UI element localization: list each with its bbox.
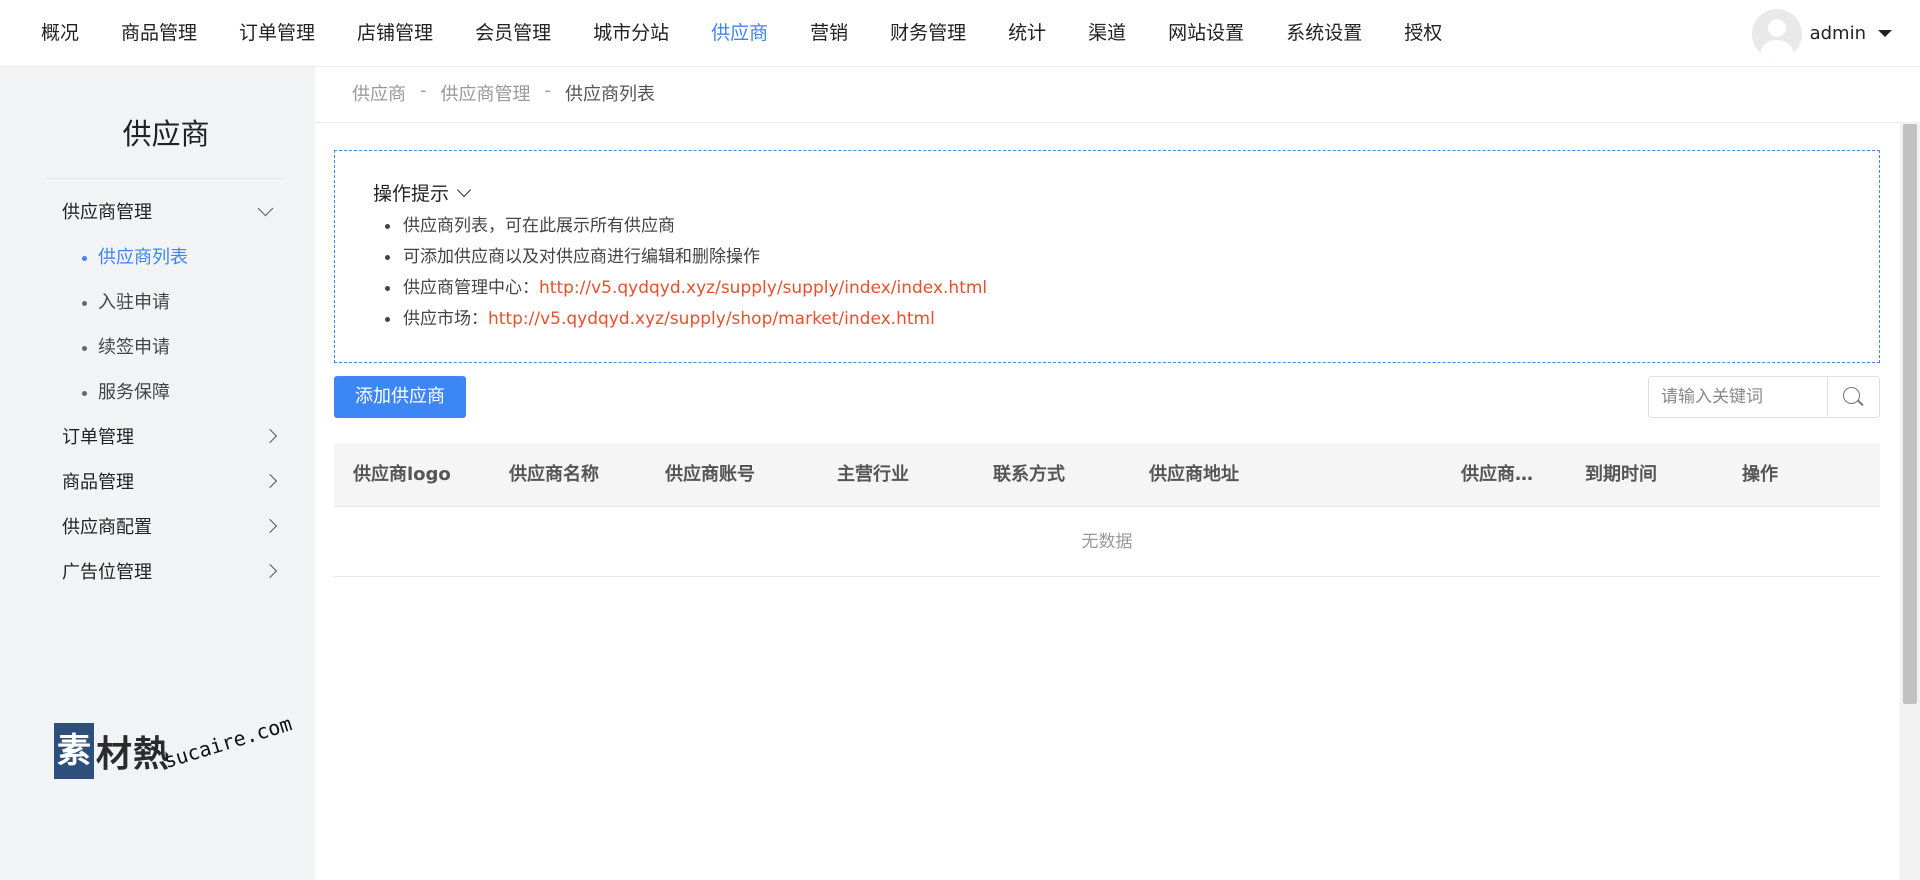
chevron-down-icon	[257, 200, 274, 217]
nav-channels[interactable]: 渠道	[1067, 0, 1147, 67]
sidebar-group-supplier-management[interactable]: 供应商管理	[0, 190, 315, 235]
sidebar-divider	[47, 178, 283, 179]
sidebar-item-supplier-list[interactable]: 供应商列表	[0, 235, 315, 280]
chevron-right-icon	[262, 518, 278, 534]
search-button[interactable]	[1827, 377, 1879, 417]
nav-marketing[interactable]: 营销	[789, 0, 869, 67]
search-input[interactable]	[1649, 377, 1827, 417]
breadcrumb: 供应商 - 供应商管理 - 供应商列表	[352, 80, 655, 106]
watermark-logo: 素 材熱 sucaire.com	[54, 711, 304, 801]
logo-subtext: sucaire.com	[160, 711, 295, 773]
search-icon	[1843, 387, 1860, 404]
tip-text: 供应市场：	[403, 309, 488, 329]
supply-market-link[interactable]: http://v5.qydqyd.xyz/supply/shop/market/…	[488, 309, 935, 329]
column-header: 主营行业	[837, 464, 909, 485]
nav-goods[interactable]: 商品管理	[100, 0, 218, 67]
sidebar-group-orders[interactable]: 订单管理	[0, 415, 315, 460]
column-header: 操作	[1742, 464, 1778, 485]
column-header: 供应商…	[1461, 464, 1533, 485]
chevron-right-icon	[262, 473, 278, 489]
table-header: 供应商logo 供应商名称 供应商账号 主营行业 联系方式 供应商地址 供应商……	[334, 443, 1880, 507]
nav-statistics[interactable]: 统计	[987, 0, 1067, 67]
user-name: admin	[1809, 23, 1866, 44]
sidebar-item-service-guarantee[interactable]: 服务保障	[0, 370, 315, 415]
column-header: 供应商账号	[665, 464, 755, 485]
sidebar: 供应商 供应商管理 供应商列表 入驻申请 续签申请 服务保障 订单管理 商品管理…	[0, 67, 315, 880]
logo-mark: 素	[54, 723, 94, 779]
sidebar-menu: 供应商管理 供应商列表 入驻申请 续签申请 服务保障 订单管理 商品管理 供应商…	[0, 190, 315, 595]
tip-text: 供应商管理中心：	[403, 278, 539, 298]
column-header: 供应商logo	[353, 464, 451, 485]
nav-members[interactable]: 会员管理	[454, 0, 572, 67]
chevron-right-icon	[262, 563, 278, 579]
breadcrumb-separator: -	[420, 80, 427, 101]
tip-text: 供应商列表，可在此展示所有供应商	[403, 216, 675, 236]
column-header: 供应商名称	[509, 464, 599, 485]
tips-list: 供应商列表，可在此展示所有供应商 可添加供应商以及对供应商进行编辑和删除操作 供…	[384, 211, 987, 335]
user-menu[interactable]: admin	[1751, 0, 1892, 67]
breadcrumb-separator: -	[544, 80, 552, 101]
sidebar-item-join-applications[interactable]: 入驻申请	[0, 280, 315, 325]
nav-overview[interactable]: 概况	[20, 0, 100, 67]
tips-title: 操作提示	[373, 183, 450, 205]
search-box	[1648, 376, 1880, 418]
caret-down-icon	[1878, 30, 1892, 37]
chevron-down-icon	[456, 182, 472, 197]
sidebar-item-renewal-applications[interactable]: 续签申请	[0, 325, 315, 370]
sidebar-group-goods[interactable]: 商品管理	[0, 460, 315, 505]
tip-item: 供应商列表，可在此展示所有供应商	[384, 211, 987, 242]
nav-suppliers[interactable]: 供应商	[690, 0, 789, 67]
column-header: 供应商地址	[1149, 464, 1239, 485]
supplier-table: 供应商logo 供应商名称 供应商账号 主营行业 联系方式 供应商地址 供应商……	[334, 443, 1880, 577]
column-header: 联系方式	[993, 464, 1065, 485]
tip-item: 供应商管理中心：http://v5.qydqyd.xyz/supply/supp…	[384, 273, 987, 304]
supply-center-link[interactable]: http://v5.qydqyd.xyz/supply/supply/index…	[539, 278, 987, 298]
avatar-icon	[1751, 8, 1802, 59]
sidebar-group-label: 订单管理	[62, 427, 134, 448]
empty-state: 无数据	[334, 507, 1880, 577]
breadcrumb-item[interactable]: 供应商管理	[441, 80, 531, 106]
nav-system-settings[interactable]: 系统设置	[1265, 0, 1383, 67]
main-nav: 概况 商品管理 订单管理 店铺管理 会员管理 城市分站 供应商 营销 财务管理 …	[20, 0, 1463, 67]
sidebar-group-label: 供应商配置	[62, 517, 152, 538]
nav-city-sites[interactable]: 城市分站	[572, 0, 690, 67]
sidebar-group-supplier-config[interactable]: 供应商配置	[0, 505, 315, 550]
tip-item: 供应市场：http://v5.qydqyd.xyz/supply/shop/ma…	[384, 304, 987, 335]
nav-stores[interactable]: 店铺管理	[336, 0, 454, 67]
tip-item: 可添加供应商以及对供应商进行编辑和删除操作	[384, 242, 987, 273]
sidebar-group-label: 商品管理	[62, 472, 134, 493]
chevron-right-icon	[262, 428, 278, 444]
top-navbar: 概况 商品管理 订单管理 店铺管理 会员管理 城市分站 供应商 营销 财务管理 …	[0, 0, 1920, 67]
nav-finance[interactable]: 财务管理	[869, 0, 987, 67]
scrollbar-thumb[interactable]	[1903, 124, 1917, 704]
breadcrumb-item[interactable]: 供应商	[352, 80, 406, 106]
operation-tips: 操作提示 供应商列表，可在此展示所有供应商 可添加供应商以及对供应商进行编辑和删…	[334, 150, 1880, 363]
nav-site-settings[interactable]: 网站设置	[1147, 0, 1265, 67]
add-supplier-button[interactable]: 添加供应商	[334, 376, 466, 418]
breadcrumb-divider	[315, 122, 1920, 123]
page-scrollbar[interactable]	[1900, 122, 1920, 880]
sidebar-title: 供应商	[122, 117, 210, 151]
sidebar-group-label: 广告位管理	[62, 562, 152, 583]
breadcrumb-current: 供应商列表	[565, 84, 655, 105]
tips-toggle[interactable]: 操作提示	[373, 179, 472, 206]
nav-license[interactable]: 授权	[1383, 0, 1463, 67]
column-header: 到期时间	[1585, 464, 1657, 485]
sidebar-group-ad-slots[interactable]: 广告位管理	[0, 550, 315, 595]
sidebar-group-label: 供应商管理	[62, 202, 152, 223]
logo-text: 材熱	[96, 734, 171, 775]
tip-text: 可添加供应商以及对供应商进行编辑和删除操作	[403, 247, 760, 267]
nav-orders[interactable]: 订单管理	[218, 0, 336, 67]
